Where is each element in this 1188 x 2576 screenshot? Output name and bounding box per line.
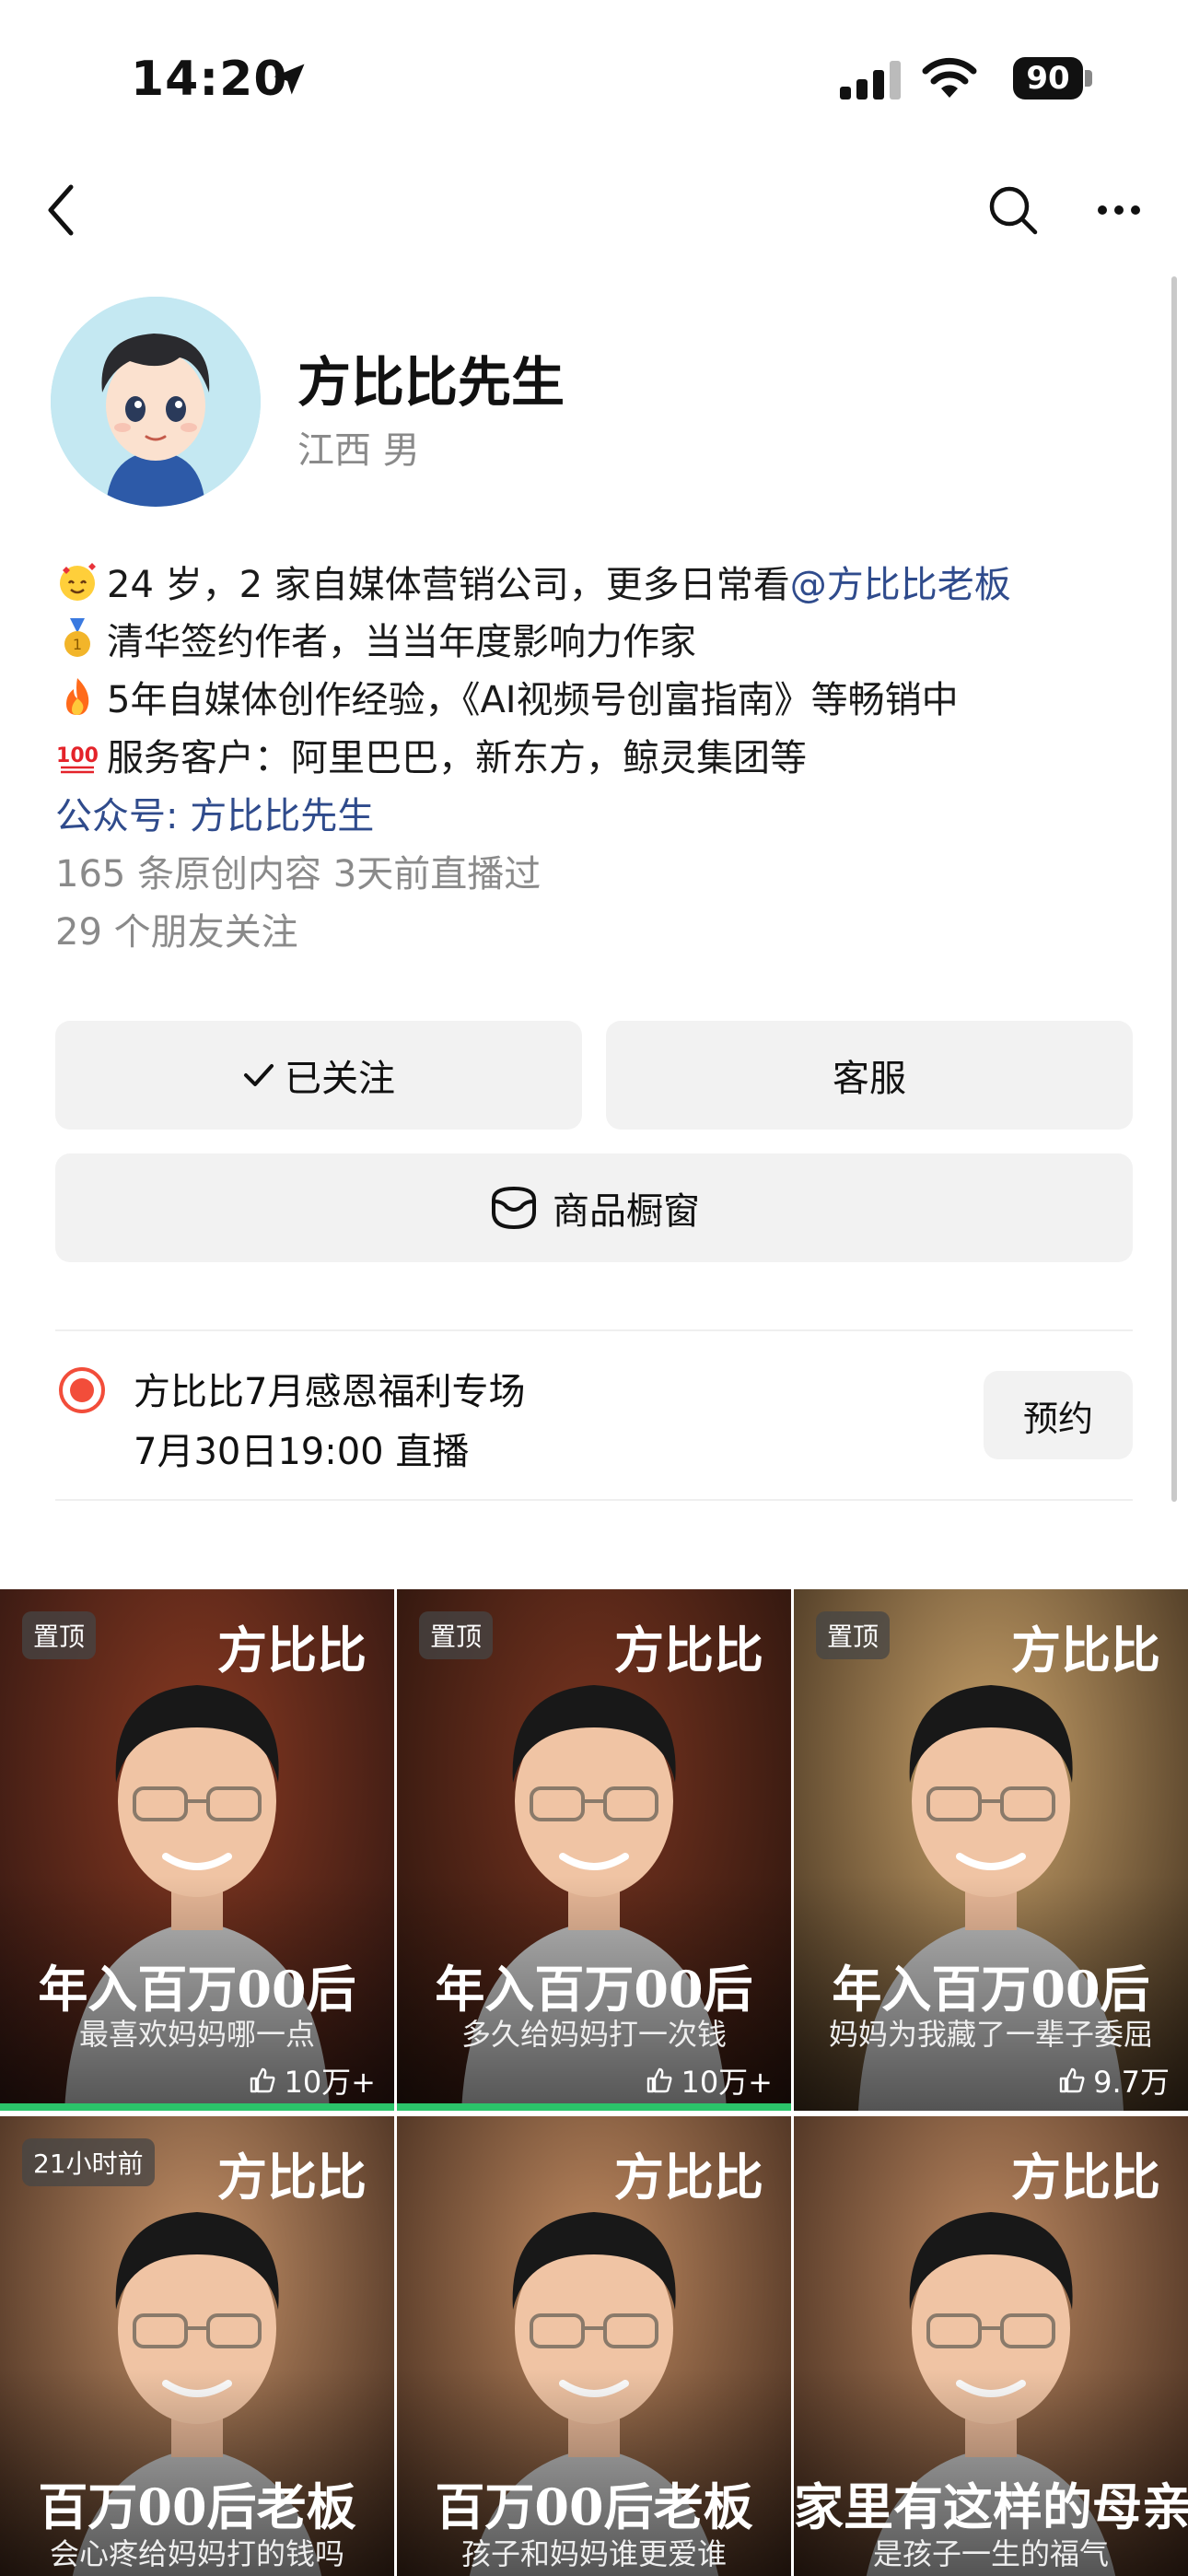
- divider: [55, 1329, 1133, 1331]
- video-brand-text: 方比比: [217, 2148, 367, 2207]
- video-badge: 21小时前: [22, 2138, 155, 2186]
- search-button[interactable]: [980, 177, 1046, 243]
- video-subtitle: 孩子和妈妈谁更爱谁: [460, 2536, 727, 2571]
- followed-button[interactable]: 已关注: [55, 1021, 582, 1130]
- divider: [55, 1499, 1133, 1501]
- customer-service-button[interactable]: 客服: [606, 1021, 1133, 1130]
- live-record-icon: [59, 1367, 105, 1413]
- battery-tip: [1085, 70, 1092, 87]
- video-headline: 百万00后老板: [38, 2477, 356, 2536]
- status-time: 14:20: [131, 52, 288, 107]
- scrollbar[interactable]: [1171, 276, 1177, 1502]
- video-tile[interactable]: 21小时前 方比比百万00后老板 会心疼给妈妈打的钱吗: [0, 2116, 394, 2576]
- location-arrow-icon: [274, 64, 305, 95]
- video-headline: 百万00后老板: [435, 2477, 753, 2536]
- video-badge: 置顶: [22, 1611, 97, 1659]
- live-event-title: 方比比7月感恩福利专场: [134, 1371, 526, 1413]
- video-brand-text: 方比比: [1011, 1621, 1160, 1680]
- live-event-time: 7月30日19:00 直播: [134, 1431, 470, 1473]
- video-tile[interactable]: 置顶 方比比 年入百万00后 妈妈为我藏了一辈子委屈 9.7万: [794, 1589, 1188, 2111]
- profile-region-gender: 江西 男: [297, 429, 420, 472]
- video-headline: 家里有这样的母亲: [794, 2477, 1188, 2536]
- thumbs-up-icon: [1059, 2067, 1085, 2093]
- fire-emoji-icon: [66, 678, 89, 715]
- watched-progress-bar: [0, 2103, 394, 2111]
- mention-link[interactable]: @方比比老板: [790, 555, 1011, 608]
- video-likes: 9.7万: [1058, 2059, 1170, 2102]
- video-badge: 置顶: [419, 1611, 494, 1659]
- video-brand-text: 方比比: [614, 1621, 763, 1680]
- friends-following[interactable]: 29 个朋友关注: [55, 902, 298, 955]
- shop-window-button[interactable]: 商品橱窗: [55, 1153, 1133, 1262]
- video-likes: 10万+: [646, 2059, 773, 2102]
- bio-line-4: 100 服务客户：阿里巴巴，新东方，鲸灵集团等: [55, 728, 807, 781]
- watched-progress-bar: [397, 2103, 791, 2111]
- video-brand-text: 方比比: [217, 1621, 367, 1680]
- back-chevron-icon: [48, 184, 74, 236]
- smiling-hearts-emoji-icon: [60, 563, 96, 601]
- hundred-emoji-icon: 100: [56, 744, 99, 774]
- video-likes: 10万+: [249, 2059, 376, 2102]
- cartoon-avatar-image: [51, 297, 261, 507]
- reserve-button[interactable]: 预约: [984, 1371, 1133, 1459]
- svg-text:100: 100: [56, 744, 99, 767]
- video-tile[interactable]: 方比比家里有这样的母亲 是孩子一生的福气: [794, 2116, 1188, 2576]
- video-subtitle: 会心疼给妈妈打的钱吗: [49, 2536, 344, 2571]
- thumbs-up-icon: [647, 2067, 672, 2093]
- video-badge: 置顶: [816, 1611, 891, 1659]
- bio-text-2: 清华签约作者，当当年度影响力作家: [107, 621, 696, 663]
- avatar[interactable]: [51, 297, 261, 507]
- video-subtitle: 最喜欢妈妈哪一点: [78, 2017, 315, 2052]
- video-brand-text: 方比比: [1011, 2148, 1160, 2207]
- video-subtitle: 是孩子一生的福气: [872, 2536, 1109, 2571]
- video-subtitle: 妈妈为我藏了一辈子委屈: [828, 2017, 1153, 2052]
- followed-button-label: 已关注: [285, 1058, 395, 1100]
- check-icon: [244, 1064, 274, 1086]
- back-button[interactable]: [33, 175, 88, 245]
- video-likes-count: 9.7万: [1093, 2065, 1170, 2100]
- profile-name: 方比比先生: [297, 351, 565, 414]
- bio-text-4: 服务客户：阿里巴巴，新东方，鲸灵集团等: [107, 737, 807, 779]
- video-tile[interactable]: 置顶 方比比 年入百万00后 多久给妈妈打一次钱 10万+: [397, 1589, 791, 2111]
- medal-emoji-icon: 1: [64, 618, 90, 657]
- customer-service-label: 客服: [833, 1058, 906, 1100]
- bio-text-3: 5年自媒体创作经验，《AI视频号创富指南》等畅销中: [107, 679, 959, 721]
- wifi-icon: [922, 57, 977, 98]
- shop-bag-icon: [492, 1186, 536, 1230]
- bio-line-3: 5年自媒体创作经验，《AI视频号创富指南》等畅销中: [55, 670, 959, 723]
- battery-indicator: 90: [1013, 57, 1083, 100]
- search-icon: [989, 186, 1038, 235]
- cellular-signal-icon: [840, 61, 901, 100]
- bio-line-1: 24 岁，2 家自媒体营销公司，更多日常看 @方比比老板: [55, 555, 1011, 608]
- video-tile[interactable]: 方比比百万00后老板 孩子和妈妈谁更爱谁: [397, 2116, 791, 2576]
- thumbs-up-icon: [250, 2067, 275, 2093]
- video-likes-count: 10万+: [681, 2065, 773, 2100]
- video-subtitle: 多久给妈妈打一次钱: [460, 2017, 727, 2052]
- video-tile[interactable]: 置顶 方比比 年入百万00后 最喜欢妈妈哪一点 10万+: [0, 1589, 394, 2111]
- shop-window-label: 商品橱窗: [553, 1190, 700, 1233]
- bio-text-1: 24 岁，2 家自媒体营销公司，更多日常看: [107, 564, 790, 606]
- more-dots-icon: [1098, 205, 1140, 215]
- profile-stats: 165 条原创内容 3天前直播过: [55, 853, 542, 896]
- video-likes-count: 10万+: [284, 2065, 376, 2100]
- video-brand-text: 方比比: [614, 2148, 763, 2207]
- more-button[interactable]: [1087, 184, 1151, 236]
- svg-text:1: 1: [73, 636, 82, 653]
- bio-line-2: 1 清华签约作者，当当年度影响力作家: [55, 612, 696, 665]
- official-account-link[interactable]: 公众号: 方比比先生: [55, 786, 374, 839]
